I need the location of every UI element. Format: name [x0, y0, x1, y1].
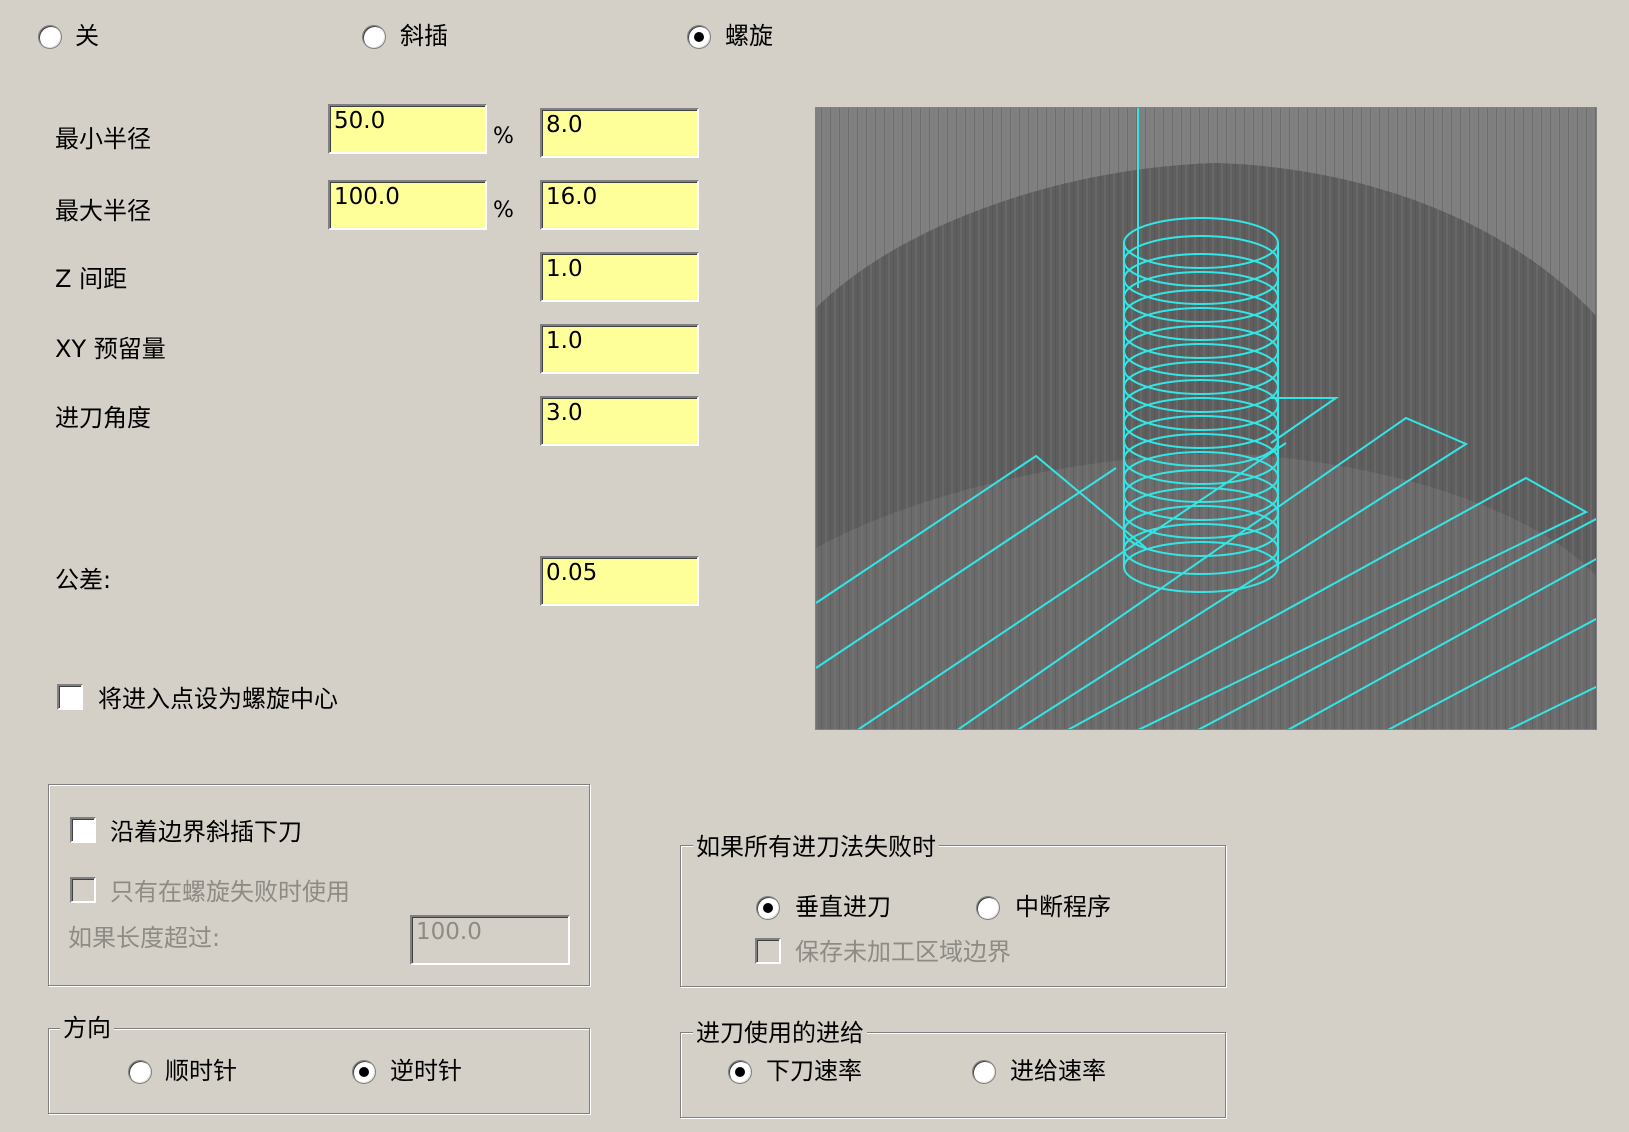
- direction-group-title: 方向: [60, 1014, 114, 1042]
- mode-helix-label: 螺旋: [725, 22, 773, 50]
- xy-allowance-label: XY 预留量: [55, 335, 166, 363]
- clockwise-label: 顺时针: [165, 1057, 237, 1085]
- max-radius-percent-input[interactable]: 100.0: [328, 180, 487, 230]
- abort-program-radio[interactable]: [976, 896, 1000, 920]
- z-step-label: Z 间距: [55, 265, 128, 293]
- plunge-rate-label: 下刀速率: [766, 1057, 862, 1085]
- min-radius-label: 最小半径: [55, 125, 151, 153]
- helix-preview: [815, 107, 1597, 730]
- ramp-along-boundary-label: 沿着边界斜插下刀: [110, 818, 302, 846]
- only-if-helix-fails-checkbox[interactable]: [70, 877, 96, 903]
- helix-center-label: 将进入点设为螺旋中心: [98, 685, 338, 713]
- xy-allowance-input[interactable]: 1.0: [540, 324, 699, 374]
- counterclockwise-radio[interactable]: [352, 1060, 376, 1084]
- mode-off-label: 关: [75, 22, 99, 50]
- z-step-input[interactable]: 1.0: [540, 252, 699, 302]
- entry-feed-group-title: 进刀使用的进给: [693, 1019, 867, 1047]
- clockwise-radio[interactable]: [128, 1060, 152, 1084]
- tolerance-input[interactable]: 0.05: [540, 556, 699, 606]
- entry-angle-label: 进刀角度: [55, 404, 151, 432]
- min-radius-value-input[interactable]: 8.0: [540, 108, 699, 158]
- helix-preview-graphic: [816, 108, 1596, 729]
- mode-ramp-radio[interactable]: [362, 25, 386, 49]
- abort-program-label: 中断程序: [1015, 893, 1111, 921]
- save-unmachined-boundary-label: 保存未加工区域边界: [795, 938, 1011, 966]
- mode-helix-radio[interactable]: [687, 25, 711, 49]
- min-radius-percent-sign: %: [493, 124, 514, 149]
- feed-rate-radio[interactable]: [972, 1060, 996, 1084]
- length-threshold-input[interactable]: 100.0: [410, 915, 570, 965]
- helix-center-checkbox[interactable]: [57, 684, 83, 710]
- max-radius-label: 最大半径: [55, 197, 151, 225]
- all-entry-fail-group-title: 如果所有进刀法失败时: [693, 833, 939, 861]
- if-length-exceeds-label: 如果长度超过:: [68, 924, 221, 952]
- tolerance-label: 公差:: [55, 566, 112, 594]
- min-radius-percent-input[interactable]: 50.0: [328, 104, 487, 154]
- save-unmachined-boundary-checkbox[interactable]: [755, 938, 781, 964]
- vertical-plunge-label: 垂直进刀: [795, 893, 891, 921]
- counterclockwise-label: 逆时针: [390, 1057, 462, 1085]
- entry-angle-input[interactable]: 3.0: [540, 396, 699, 446]
- max-radius-value-input[interactable]: 16.0: [540, 180, 699, 230]
- plunge-rate-radio[interactable]: [728, 1060, 752, 1084]
- mode-off-radio[interactable]: [38, 25, 62, 49]
- mode-ramp-label: 斜插: [400, 22, 448, 50]
- vertical-plunge-radio[interactable]: [756, 896, 780, 920]
- feed-rate-label: 进给速率: [1010, 1057, 1106, 1085]
- ramp-along-boundary-checkbox[interactable]: [70, 817, 96, 843]
- max-radius-percent-sign: %: [493, 198, 514, 223]
- only-if-helix-fails-label: 只有在螺旋失败时使用: [110, 878, 350, 906]
